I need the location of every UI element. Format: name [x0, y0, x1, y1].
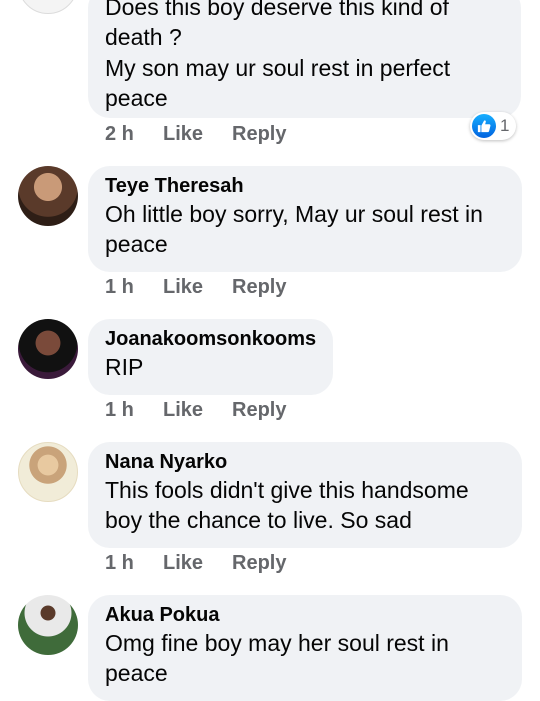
reply-button[interactable]: Reply [232, 552, 286, 575]
comment-bubble: Does this boy deserve this kind of death… [88, 0, 521, 118]
comment-text: Omg fine boy may her soul rest in peace [105, 630, 449, 686]
like-button[interactable]: Like [163, 276, 232, 299]
comment-bubble: Nana Nyarko This fools didn't give this … [88, 442, 522, 548]
comment-text-line2: My son may ur soul rest in perfect peace [105, 55, 451, 111]
comment-time[interactable]: 1 h [105, 552, 163, 575]
comment-text: This fools didn't give this handsome boy… [105, 477, 469, 533]
like-button[interactable]: Like [163, 552, 232, 575]
reaction-count: 1 [500, 116, 510, 135]
reply-button[interactable]: Reply [232, 276, 286, 299]
avatar[interactable] [18, 166, 78, 226]
reply-button[interactable]: Reply [232, 123, 286, 146]
like-button[interactable]: Like [163, 123, 232, 146]
avatar[interactable] [18, 442, 78, 502]
avatar[interactable] [18, 319, 78, 379]
reaction-summary[interactable]: 1 [470, 112, 517, 140]
comment-bubble: Joanakoomsonkooms RIP [88, 319, 333, 395]
comment-bubble: Teye Theresah Oh little boy sorry, May u… [88, 166, 522, 272]
commenter-name[interactable]: Nana Nyarko [105, 450, 505, 474]
commenter-name[interactable]: Joanakoomsonkooms [105, 327, 316, 351]
comment-text: Oh little boy sorry, May ur soul rest in… [105, 201, 483, 257]
commenter-name[interactable]: Teye Theresah [105, 174, 505, 198]
comment-time[interactable]: 1 h [105, 399, 163, 422]
reply-button[interactable]: Reply [232, 399, 286, 422]
comment-time[interactable]: 2 h [105, 123, 163, 146]
avatar[interactable] [18, 595, 78, 655]
comment-text: RIP [105, 354, 144, 380]
comment-actions: 1 h Like Reply [105, 399, 286, 422]
comment-text: Does this boy deserve this kind of death… [105, 0, 449, 50]
like-reaction-icon [472, 114, 496, 138]
avatar[interactable] [18, 0, 78, 14]
commenter-name[interactable]: Akua Pokua [105, 603, 505, 627]
comment-actions: 1 h Like Reply [105, 276, 286, 299]
comment-actions: 2 h Like Reply [105, 123, 286, 146]
comment-actions: 1 h Like Reply [105, 552, 286, 575]
comment-bubble: Akua Pokua Omg fine boy may her soul res… [88, 595, 522, 701]
like-button[interactable]: Like [163, 399, 232, 422]
comment-time[interactable]: 1 h [105, 276, 163, 299]
